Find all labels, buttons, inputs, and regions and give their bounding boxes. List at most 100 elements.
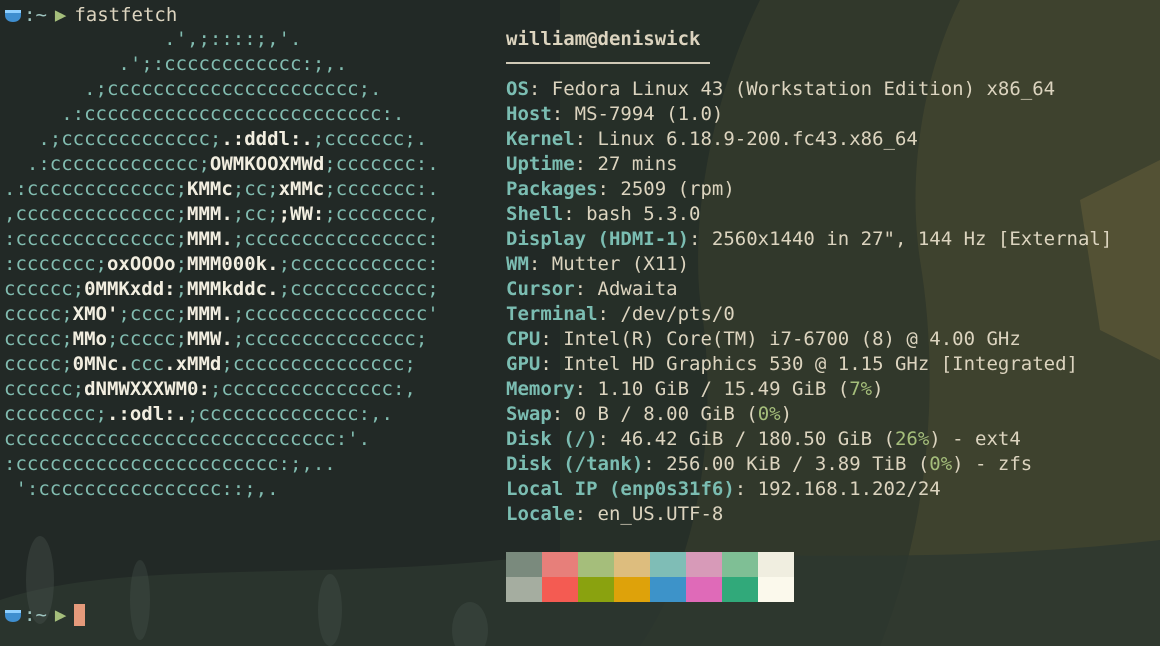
info-key: Memory: [506, 378, 575, 400]
palette-row-bright: [506, 577, 794, 602]
color-swatch: [722, 577, 758, 602]
logo-segment: cccccc;: [4, 378, 85, 400]
prompt-path: :~: [24, 603, 47, 626]
info-colon: :: [574, 503, 598, 525]
color-swatch: [650, 552, 686, 577]
logo-segment: ;ccccccc:.: [324, 178, 439, 200]
info-value: Intel(R) Core(TM) i7-6700 (8) @ 4.00 GHz: [563, 328, 1021, 350]
logo-highlight-segment: KMMc: [187, 178, 233, 200]
logo-line: .;cccccccccccccccccccccc;.: [4, 78, 382, 100]
info-row: Local IP (enp0s31f6): 192.168.1.202/24: [506, 477, 1156, 502]
logo-segment: ;cccccccccccc;: [278, 278, 439, 300]
active-prompt[interactable]: :~ ▶: [4, 602, 86, 627]
logo-segment: ;ccccccccccccccc;: [232, 328, 428, 350]
logo-line: cccccccc;.:odl:.;cccccccccccccc:,.: [4, 403, 393, 425]
color-swatch: [650, 577, 686, 602]
info-colon: :: [597, 303, 621, 325]
shell-icon: [5, 609, 21, 622]
logo-highlight-segment: 0MMKxdd:: [84, 278, 176, 300]
info-value: 2509 (rpm): [620, 178, 735, 200]
logo-segment: .:cccccccccccccccccccccccccc:.: [4, 103, 405, 125]
info-percent: 26%: [894, 428, 930, 450]
info-key: Host: [506, 103, 552, 125]
text-cursor[interactable]: [74, 603, 86, 626]
logo-highlight-segment: xMMc: [278, 178, 325, 200]
info-colon: :: [574, 378, 598, 400]
info-key: Disk (/tank): [506, 453, 644, 475]
prompt-arrow-icon: ▶: [54, 3, 67, 26]
info-row: Display (HDMI-1): 2560x1440 in 27", 144 …: [506, 227, 1156, 252]
info-colon: :: [734, 478, 758, 500]
logo-segment: ;cccccccccccccccc:: [232, 228, 439, 250]
logo-segment: ;cc;: [232, 203, 279, 225]
logo-line: ccccc;MMo;ccccc;MMW.;ccccccccccccccc;: [4, 328, 427, 350]
palette-row-normal: [506, 552, 794, 577]
info-percent: 7%: [849, 378, 873, 400]
info-key: WM: [506, 253, 529, 275]
info-key: Terminal: [506, 303, 598, 325]
info-value: 256.00 KiB / 3.89 TiB (: [666, 453, 930, 475]
logo-segment: ':cccccccccccccccc::;,.: [4, 478, 279, 500]
logo-segment: :ccccccc;: [4, 253, 107, 275]
info-value: Mutter (X11): [551, 253, 690, 275]
info-key: CPU: [506, 328, 541, 350]
info-row: Locale: en_US.UTF-8: [506, 502, 1156, 527]
info-value: 1.10 GiB / 15.49 GiB (: [597, 378, 850, 400]
info-colon: :: [574, 128, 598, 150]
color-swatch: [686, 577, 722, 602]
info-key: Display (HDMI-1): [506, 228, 690, 250]
logo-highlight-segment: ;WW:: [278, 203, 325, 225]
info-row: OS: Fedora Linux 43 (Workstation Edition…: [506, 77, 1156, 102]
color-swatch: [614, 552, 650, 577]
logo-highlight-segment: .:odl:.: [106, 403, 188, 425]
logo-line: ccccc;0MNc.ccc.xMMd;ccccccccccccccc;: [4, 353, 416, 375]
logo-line: ,cccccccccccccc;MMM.;cc;;WW:;cccccccc,: [4, 203, 439, 225]
logo-segment: ccc: [129, 353, 165, 375]
info-row: Disk (/tank): 256.00 KiB / 3.89 TiB (0%)…: [506, 452, 1156, 477]
color-swatch: [686, 552, 722, 577]
info-row: Cursor: Adwaita: [506, 277, 1156, 302]
info-colon: :: [540, 353, 564, 375]
logo-segment: ;ccccccc:.: [324, 153, 439, 175]
logo-highlight-segment: XMO': [72, 303, 119, 325]
info-percent: 0%: [757, 403, 781, 425]
distro-logo-ascii: .',;::::;,'. .';:cccccccccccc:;,. .;cccc…: [4, 27, 439, 502]
info-colon: :: [643, 453, 667, 475]
logo-line: cccccc;0MMKxdd:;MMMkddc.;cccccccccccc;: [4, 278, 439, 300]
logo-highlight-segment: MMM000k.: [187, 253, 279, 275]
info-key: Shell: [506, 203, 564, 225]
logo-line: :ccccccccccccccccccccccc:;,..: [4, 453, 336, 475]
logo-line: :ccccccc;oxOOOo;MMM000k.;cccccccccccc:: [4, 253, 439, 275]
logo-segment: ;: [175, 278, 188, 300]
info-colon: :: [540, 328, 564, 350]
logo-segment: .:ccccccccccccc;: [4, 153, 210, 175]
logo-segment: ccccc;: [4, 353, 73, 375]
info-value: ) - zfs: [952, 453, 1033, 475]
logo-highlight-segment: dNMWXXXWM0:: [84, 378, 210, 400]
logo-segment: cccccc;: [4, 278, 85, 300]
info-value: ): [780, 403, 793, 425]
info-key: GPU: [506, 353, 541, 375]
color-palette: [506, 552, 794, 602]
info-colon: :: [528, 78, 552, 100]
logo-segment: ccccc;: [4, 328, 73, 350]
command-prompt: :~ ▶ fastfetch: [4, 2, 177, 27]
info-key: Disk (/): [506, 428, 598, 450]
info-colon: :: [551, 103, 575, 125]
prompt-path: :~: [24, 3, 47, 26]
info-colon: :: [689, 228, 712, 250]
info-key: Packages: [506, 178, 598, 200]
logo-line: ccccccccccccccccccccccccccccc:'.: [4, 428, 370, 450]
shell-icon: [5, 9, 21, 22]
logo-segment: ;ccccccc;.: [312, 128, 428, 150]
logo-line: ':cccccccccccccccc::;,.: [4, 478, 279, 500]
info-row: Memory: 1.10 GiB / 15.49 GiB (7%): [506, 377, 1156, 402]
info-row: Swap: 0 B / 8.00 GiB (0%): [506, 402, 1156, 427]
title-separator: [506, 52, 1156, 77]
logo-segment: .;cccccccccccccccccccccc;.: [4, 78, 382, 100]
logo-segment: ccccccccccccccccccccccccccccc:'.: [4, 428, 371, 450]
logo-line: :cccccccccccccc;MMM.;cccccccccccccccc:: [4, 228, 439, 250]
logo-segment: .:ccccccccccccc;: [4, 178, 188, 200]
info-row: Uptime: 27 mins: [506, 152, 1156, 177]
info-value: Intel HD Graphics 530 @ 1.15 GHz [Integr…: [563, 353, 1078, 375]
